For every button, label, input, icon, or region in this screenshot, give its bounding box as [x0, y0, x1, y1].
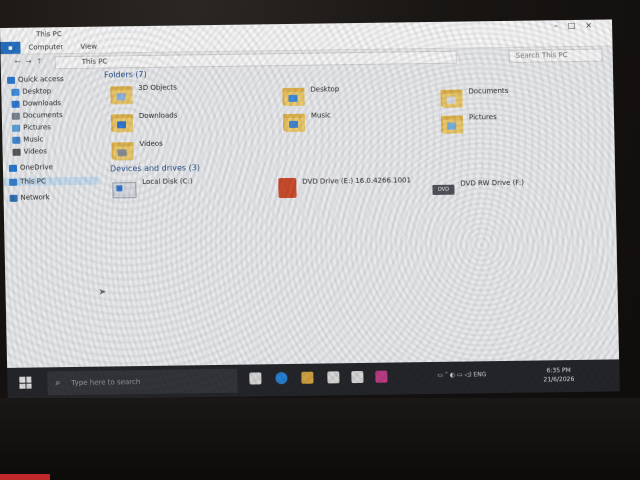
mail-icon[interactable]	[351, 370, 364, 384]
search-placeholder: Search This PC	[515, 51, 568, 60]
taskbar-search-placeholder: Type here to search	[71, 378, 141, 388]
hard-drive-icon	[112, 182, 137, 199]
window-controls[interactable]: –□×	[554, 21, 602, 31]
file-tab[interactable]: ▪	[0, 41, 21, 54]
sidebar-item-desktop[interactable]: Desktop	[11, 87, 51, 96]
mouse-cursor-icon: ➤	[98, 287, 107, 298]
red-object	[0, 474, 50, 480]
download-icon	[11, 100, 20, 108]
clock[interactable]: 6:35 PM 21/6/2026	[543, 366, 574, 384]
folder-downloads[interactable]: Downloads	[110, 112, 178, 133]
tray-icons: ▭ ˄ ◐ ▭ ◁)	[437, 371, 474, 379]
folder-icon	[440, 114, 464, 134]
window-title: This PC	[36, 30, 62, 39]
computer-icon	[9, 178, 18, 186]
sidebar-item-documents[interactable]: Documents	[11, 111, 63, 120]
task-view-icon[interactable]	[249, 372, 262, 385]
sidebar-item-pictures[interactable]: Pictures	[12, 123, 51, 132]
edge-icon[interactable]	[275, 372, 288, 385]
monitor-bezel	[0, 398, 640, 480]
folder-icon	[282, 112, 306, 133]
address-path: This PC	[81, 57, 108, 66]
taskbar: ⌕ Type here to search ▭ ˄ ◐ ▭ ◁) ENG 6:3…	[7, 359, 620, 400]
folder-icon	[110, 84, 133, 105]
desktop-icon	[11, 88, 20, 96]
search-icon: ⌕	[55, 378, 61, 389]
start-button[interactable]	[19, 376, 32, 389]
file-explorer-icon[interactable]	[301, 371, 314, 384]
tab-view[interactable]: View	[80, 43, 97, 51]
picture-icon	[12, 124, 21, 132]
folder-music[interactable]: Music	[282, 111, 331, 133]
clock-time: 6:35 PM	[546, 367, 571, 375]
star-icon	[7, 76, 16, 84]
tab-computer[interactable]: Computer	[28, 43, 63, 51]
clock-date: 21/6/2026	[543, 376, 575, 384]
music-icon	[12, 136, 21, 144]
drive-dvd-rw-f[interactable]: DVD DVD RW Drive (F:)	[432, 179, 524, 195]
cloud-icon	[8, 164, 18, 172]
store-icon[interactable]	[327, 371, 340, 384]
folder-desktop[interactable]: Desktop	[282, 85, 339, 107]
sidebar-item-onedrive[interactable]: OneDrive	[8, 163, 53, 172]
office-disc-icon	[278, 177, 297, 199]
taskbar-search[interactable]: ⌕ Type here to search	[47, 368, 238, 396]
drive-dvd-e[interactable]: DVD Drive (E:) 16.0.4266.1001	[278, 176, 411, 199]
drive-local-disk-c[interactable]: Local Disk (C:)	[112, 177, 193, 199]
monitor-screen: This PC –□× ▪ Computer View ←→↑ This PC …	[0, 19, 620, 400]
sidebar-item-videos[interactable]: Videos	[12, 147, 47, 156]
folder-icon	[440, 88, 463, 108]
network-icon	[9, 194, 18, 202]
photo: This PC –□× ▪ Computer View ←→↑ This PC …	[0, 0, 640, 480]
sidebar-item-quick-access[interactable]: Quick access	[7, 75, 64, 84]
folder-documents[interactable]: Documents	[440, 87, 508, 108]
folder-icon	[111, 140, 134, 161]
sidebar-item-downloads[interactable]: Downloads	[11, 99, 62, 108]
document-icon	[11, 112, 20, 120]
folder-icon	[110, 112, 134, 133]
search-box[interactable]: Search This PC	[508, 48, 603, 63]
navigation-pane: Quick access Desktop Downloads Documents…	[1, 75, 100, 366]
dvd-drive-icon: DVD	[432, 184, 455, 195]
nav-arrows[interactable]: ←→↑	[15, 57, 48, 65]
folder-pictures[interactable]: Pictures	[440, 113, 497, 134]
folders-header[interactable]: Folders (7)	[104, 70, 147, 80]
devices-header[interactable]: Devices and drives (3)	[110, 163, 200, 173]
folder-3d-objects[interactable]: 3D Objects	[110, 84, 177, 105]
app-icon[interactable]	[375, 370, 388, 383]
language-indicator[interactable]: ENG	[473, 371, 486, 378]
folder-videos[interactable]: Videos	[111, 140, 163, 161]
folder-icon	[282, 86, 305, 107]
sidebar-item-network[interactable]: Network	[9, 193, 50, 202]
content-pane: Folders (7) 3D Objects Desktop Documents…	[96, 64, 612, 371]
sidebar-item-this-pc[interactable]: This PC	[3, 176, 100, 186]
sidebar-item-music[interactable]: Music	[12, 135, 43, 144]
system-tray[interactable]: ▭ ˄ ◐ ▭ ◁) ENG	[437, 371, 486, 379]
video-icon	[12, 148, 21, 156]
